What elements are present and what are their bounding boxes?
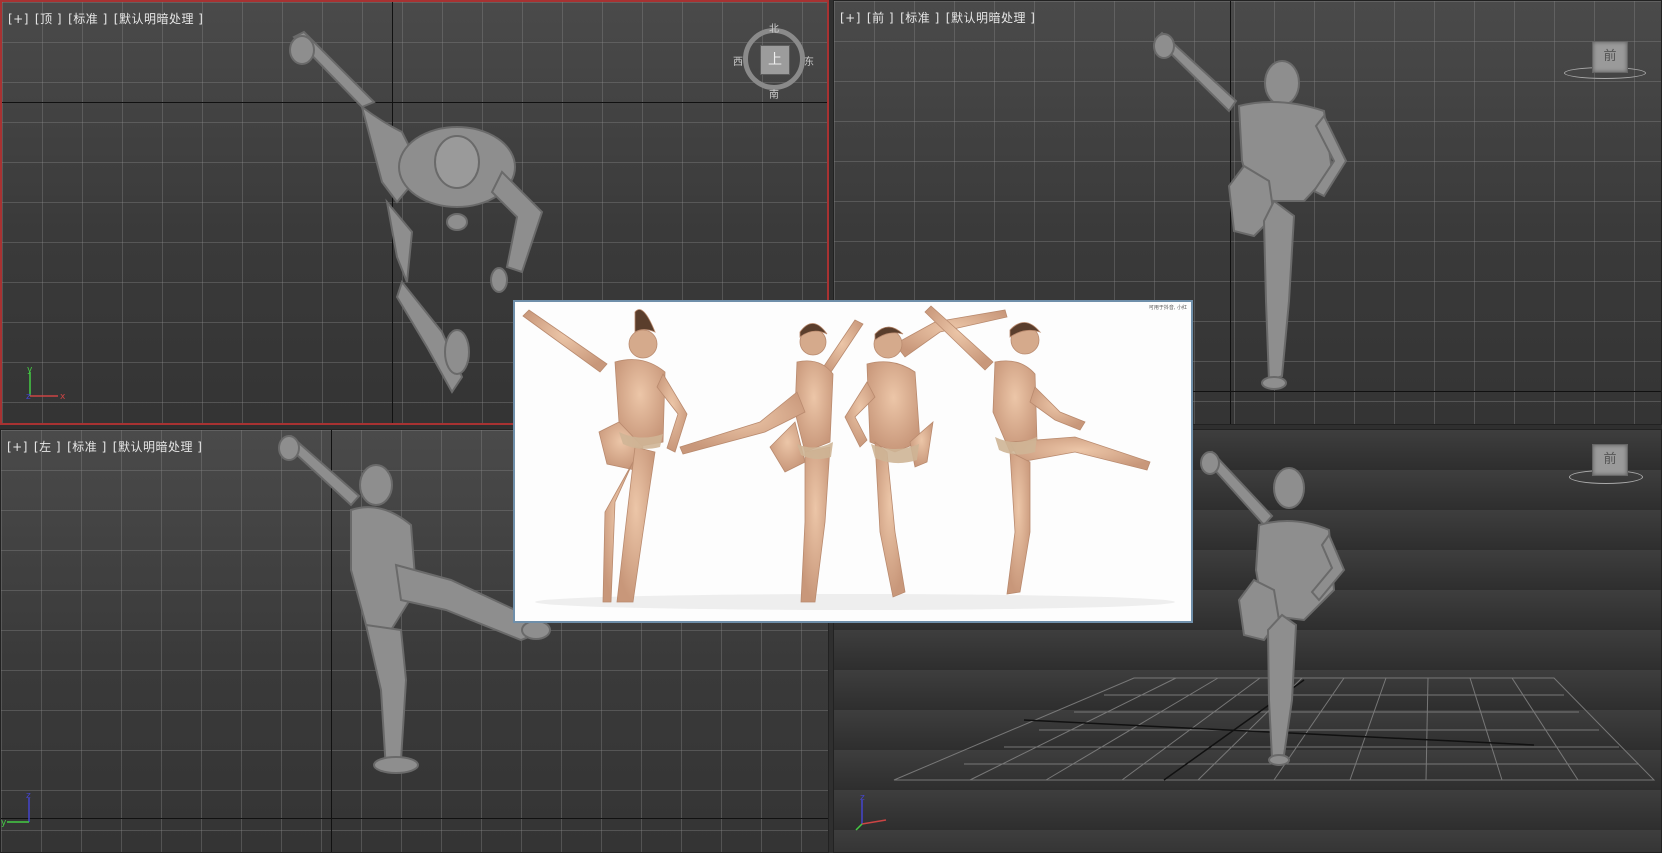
svg-text:y: y bbox=[1, 818, 7, 828]
svg-text:z: z bbox=[26, 792, 31, 801]
axis-tripod-icon: z bbox=[855, 793, 887, 831]
axis-tripod-icon: y x z bbox=[26, 365, 66, 402]
svg-text:x: x bbox=[60, 392, 66, 402]
svg-text:y: y bbox=[27, 365, 33, 375]
reference-photo-dancers bbox=[522, 305, 1175, 610]
reference-image-overlay[interactable]: 可用于抖音, 小红 bbox=[513, 300, 1193, 623]
axis-tripod-icon: z y bbox=[1, 792, 31, 828]
svg-text:z: z bbox=[26, 392, 31, 402]
svg-text:z: z bbox=[860, 793, 865, 803]
